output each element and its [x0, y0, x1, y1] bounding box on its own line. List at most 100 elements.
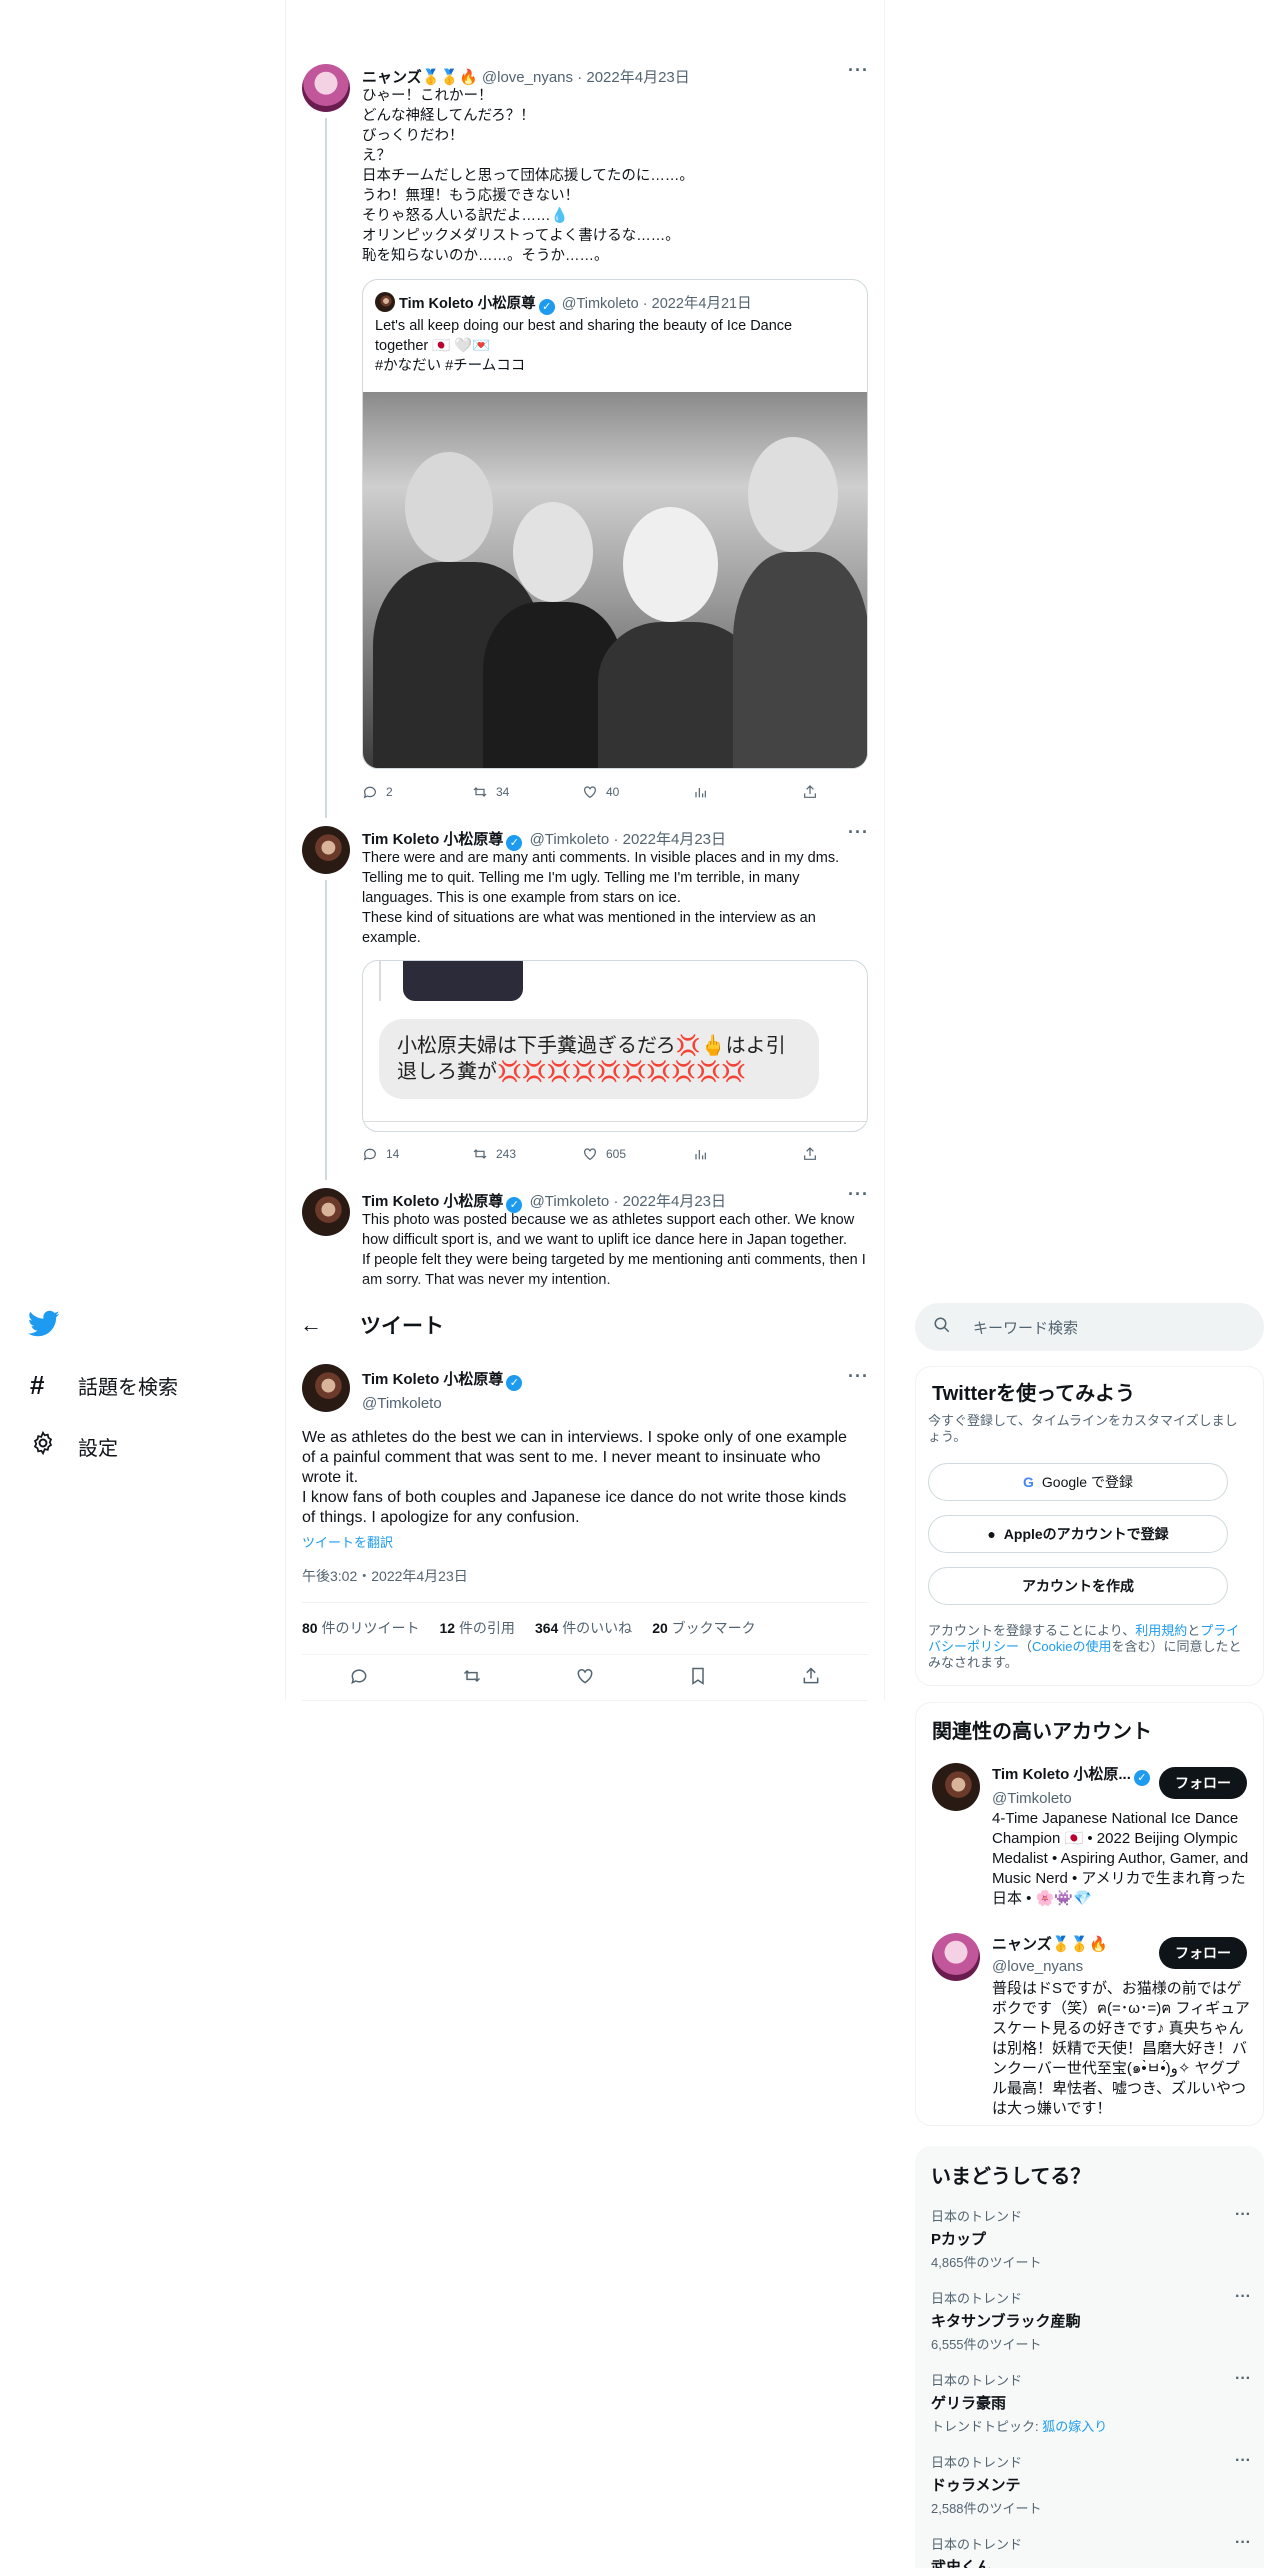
more-icon[interactable]: ···: [848, 60, 869, 81]
trend-item[interactable]: 日本のトレンド Pカップ 4,865件のツイート ···: [931, 2206, 1251, 2271]
trends-panel: いまどうしてる？ 日本のトレンド Pカップ 4,865件のツイート ··· 日本…: [915, 2146, 1264, 2568]
follow-button[interactable]: フォロー: [1159, 1767, 1247, 1799]
search-icon: [933, 1316, 951, 1338]
search-placeholder: キーワード検索: [973, 1319, 1079, 1337]
reply-button[interactable]: 2: [362, 784, 432, 800]
related-account-name[interactable]: ニャンズ🥇🥇🔥 @love_nyans: [992, 1933, 1108, 1975]
more-icon[interactable]: ···: [1235, 2370, 1251, 2388]
account-bio: 普段はドSですが、お猫様の前ではゲボクです（笑）ฅ(=･ω･=)ฅ フィギュアス…: [992, 1980, 1250, 2117]
thread-line: [325, 118, 327, 818]
avatar[interactable]: [302, 64, 350, 112]
heart-icon: [584, 1148, 596, 1161]
more-icon[interactable]: ···: [1235, 2452, 1251, 2470]
trend-item[interactable]: 日本のトレンド 武史くん ···: [931, 2534, 1251, 2568]
translate-link[interactable]: ツイートを翻訳: [302, 1532, 393, 1551]
google-signup-button[interactable]: G Google で登録: [928, 1463, 1228, 1501]
tweet-header: ニャンズ🥇🥇🔥 @love_nyans · 2022年4月23日: [362, 69, 690, 86]
author-handle[interactable]: @Timkoleto: [530, 1193, 610, 1210]
apple-signup-button[interactable]: ● Appleのアカウントで登録: [928, 1515, 1228, 1553]
share-icon: [804, 785, 816, 798]
create-account-button[interactable]: アカウントを作成: [928, 1567, 1228, 1605]
author-name: Tim Koleto 小松原尊: [362, 1371, 504, 1388]
trend-item[interactable]: 日本のトレンド ゲリラ豪雨 トレンドトピック: 狐の嫁入り ···: [931, 2370, 1251, 2435]
views-button[interactable]: [692, 784, 762, 800]
trend-item[interactable]: 日本のトレンド キタサンブラック産駒 6,555件のツイート ···: [931, 2288, 1251, 2353]
share-icon: [804, 1147, 816, 1160]
retweet-icon: [473, 787, 487, 797]
tweet-text: There were and are many anti comments. I…: [362, 850, 840, 946]
tweet-date[interactable]: 2022年4月23日: [623, 831, 726, 848]
more-icon[interactable]: ···: [848, 1366, 869, 1387]
tweet-date[interactable]: 2022年4月23日: [623, 1193, 726, 1210]
cookie-link[interactable]: Cookieの使用: [1032, 1639, 1111, 1654]
retweets-stat[interactable]: 80 件のリツイート: [302, 1618, 419, 1638]
share-button[interactable]: [802, 1146, 818, 1162]
nav-settings[interactable]: 設定: [30, 1430, 118, 1462]
apple-icon: ●: [987, 1526, 996, 1542]
avatar[interactable]: [302, 826, 350, 874]
avatar[interactable]: [932, 1763, 980, 1811]
heart-icon: [584, 786, 596, 799]
author-handle[interactable]: @love_nyans: [482, 69, 573, 86]
author-name[interactable]: Tim Koleto 小松原尊: [362, 831, 503, 848]
retweet-button[interactable]: 34: [472, 784, 542, 800]
column-divider: [884, 0, 885, 1700]
likes-stat[interactable]: 364 件のいいね: [535, 1618, 632, 1638]
more-icon[interactable]: ···: [1235, 2288, 1251, 2306]
share-icon[interactable]: [801, 1666, 821, 1691]
related-title: 関連性の高いアカウント: [932, 1721, 1152, 1743]
dm-message: 小松原夫婦は下手糞過ぎるだろ💢🖕はよ引退しろ糞が💢💢💢💢💢💢💢💢💢💢: [379, 1019, 819, 1099]
twitter-logo-icon[interactable]: [27, 1310, 60, 1343]
retweet-button[interactable]: 243: [472, 1146, 542, 1162]
quote-photo[interactable]: [363, 392, 867, 768]
trend-item[interactable]: 日本のトレンド ドゥラメンテ 2,588件のツイート ···: [931, 2452, 1251, 2517]
reply-icon[interactable]: [349, 1666, 369, 1691]
verified-icon: ✓: [538, 299, 555, 315]
retweet-icon: [473, 1149, 487, 1159]
nav-explore[interactable]: # 話題を検索: [30, 1370, 178, 1401]
avatar[interactable]: [302, 1188, 350, 1236]
views-button[interactable]: [692, 1146, 762, 1162]
share-button[interactable]: [802, 784, 818, 800]
verified-icon: ✓: [506, 1375, 523, 1391]
heart-icon[interactable]: [575, 1666, 595, 1691]
more-icon[interactable]: ···: [1235, 2206, 1251, 2224]
author-block[interactable]: Tim Koleto 小松原尊 ✓ @Timkoleto: [362, 1368, 525, 1412]
quote-text: Let's all keep doing our best and sharin…: [375, 318, 793, 374]
author-name[interactable]: ニャンズ🥇🥇🔥: [362, 69, 478, 86]
reply-button[interactable]: 14: [362, 1146, 432, 1162]
back-arrow-icon[interactable]: ←: [300, 1312, 322, 1338]
more-icon[interactable]: ···: [848, 1184, 869, 1205]
dm-screenshot[interactable]: 小松原夫婦は下手糞過ぎるだろ💢🖕はよ引退しろ糞が💢💢💢💢💢💢💢💢💢💢: [362, 960, 868, 1132]
reply-icon: [363, 1148, 376, 1161]
google-icon: G: [1023, 1474, 1034, 1490]
search-input[interactable]: キーワード検索: [915, 1303, 1264, 1351]
trend-topic-link[interactable]: 狐の嫁入り: [1042, 2419, 1107, 2434]
tweet-text: This photo was posted because we as athl…: [362, 1212, 866, 1288]
analytics-icon: [695, 788, 706, 798]
account-bio: 4-Time Japanese National Ice Dance Champ…: [992, 1810, 1249, 1907]
like-button[interactable]: 40: [582, 784, 652, 800]
tweet-actions: 2 34 40: [362, 784, 818, 800]
more-icon[interactable]: ···: [848, 822, 869, 843]
tweet-timestamp[interactable]: 午後3:02・2022年4月23日: [302, 1566, 468, 1586]
more-icon[interactable]: ···: [1235, 2534, 1251, 2552]
retweet-icon[interactable]: [462, 1666, 482, 1691]
terms-link[interactable]: 利用規約: [1135, 1623, 1187, 1638]
avatar[interactable]: [302, 1364, 350, 1412]
related-accounts-panel: 関連性の高いアカウント Tim Koleto 小松原... ✓ @Timkolet…: [915, 1702, 1264, 2126]
quote-tweet[interactable]: Tim Koleto 小松原尊 ✓ @Timkoleto · 2022年4月21日…: [362, 279, 868, 769]
author-name[interactable]: Tim Koleto 小松原尊: [362, 1193, 503, 1210]
analytics-icon: [695, 1150, 706, 1160]
bookmarks-stat[interactable]: 20 ブックマーク: [652, 1618, 755, 1638]
bookmark-icon[interactable]: [688, 1666, 708, 1691]
follow-button[interactable]: フォロー: [1159, 1937, 1247, 1969]
main-header: ← ツイート: [300, 1310, 444, 1340]
quotes-stat[interactable]: 12 件の引用: [439, 1618, 514, 1638]
trends-title: いまどうしてる？: [931, 2166, 1091, 2188]
author-handle[interactable]: @Timkoleto: [530, 831, 610, 848]
avatar[interactable]: [932, 1933, 980, 1981]
related-account-name[interactable]: Tim Koleto 小松原... ✓ @Timkoleto: [992, 1763, 1153, 1807]
tweet-date[interactable]: 2022年4月23日: [586, 69, 689, 86]
like-button[interactable]: 605: [582, 1146, 652, 1162]
